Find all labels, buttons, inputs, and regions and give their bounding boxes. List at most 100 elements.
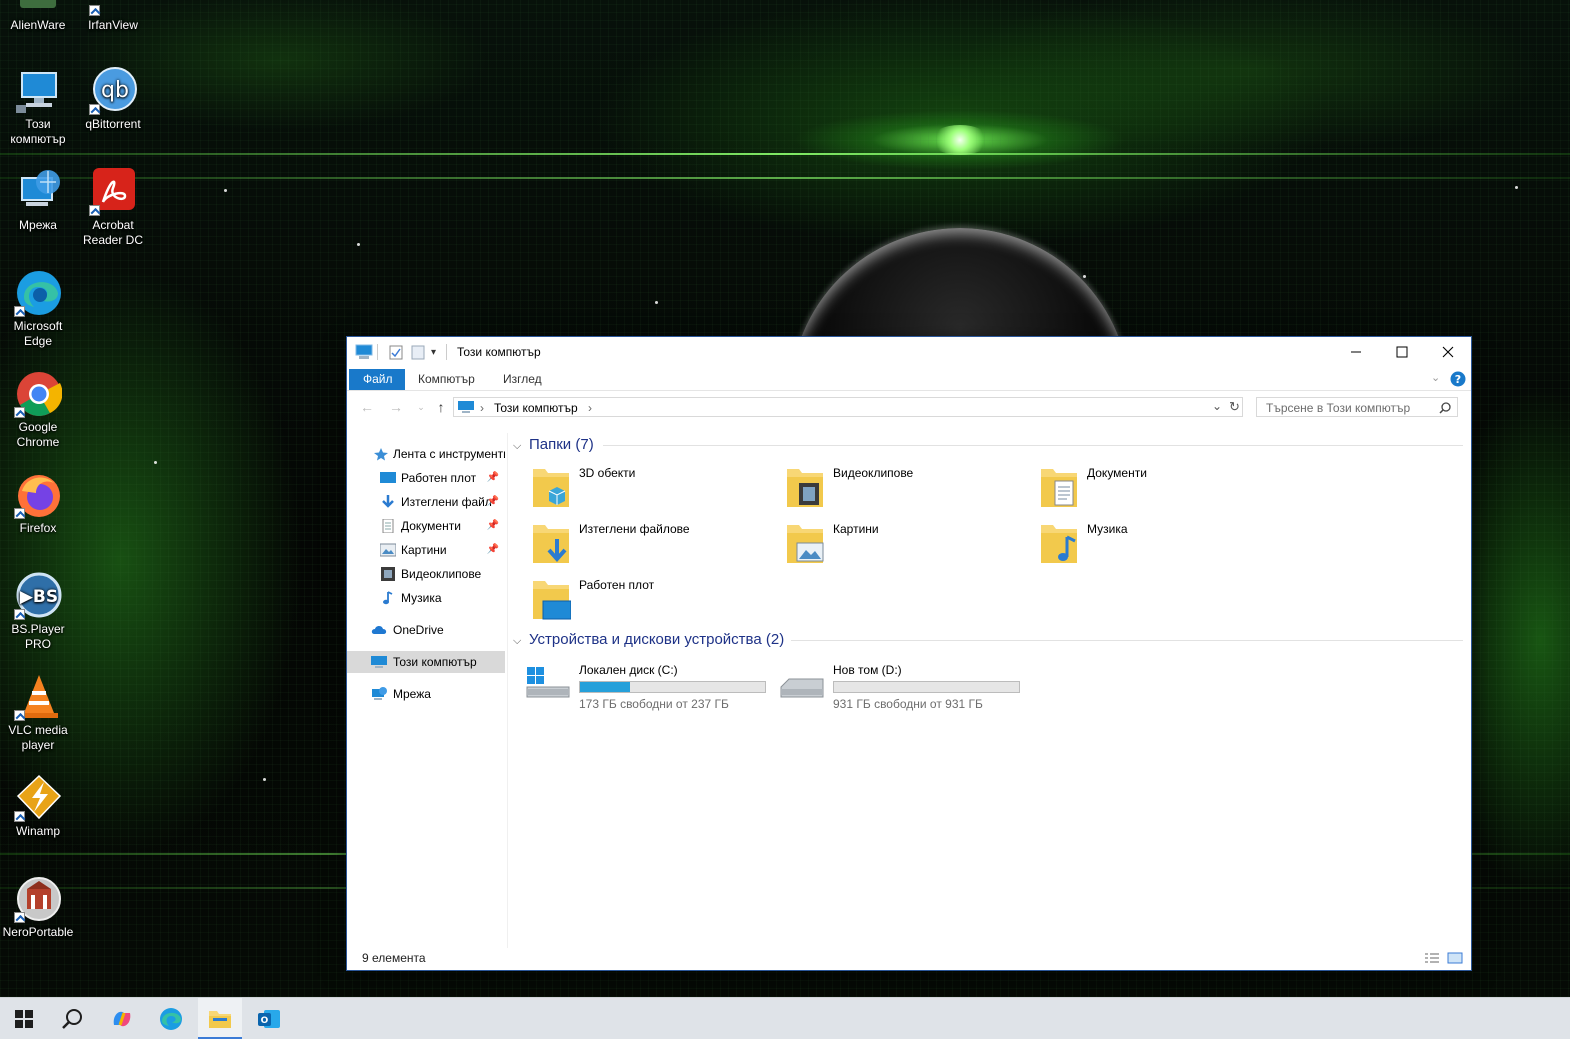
desktop-icon-this-pc[interactable]: Този компютър — [0, 67, 76, 147]
item-count: 9 елемента — [362, 951, 426, 965]
window-title: Този компютър — [457, 345, 541, 359]
nav-item-quick-access[interactable]: Лента с инструменти — [347, 443, 505, 465]
star-icon — [374, 448, 388, 461]
folder-videos[interactable]: Видеоклипове — [763, 461, 1013, 513]
chevron-down-icon: ⌵ — [513, 635, 522, 647]
desktop-icon-nero[interactable]: NeroPortable — [0, 875, 76, 940]
title-bar[interactable]: ▾ Този компютър — [347, 337, 1471, 367]
pin-icon[interactable]: 📌 — [487, 539, 499, 561]
up-arrow-icon: ↑ — [437, 399, 445, 415]
properties-icon[interactable] — [389, 344, 403, 360]
expand-ribbon-icon[interactable]: ⌄ — [1431, 371, 1440, 384]
address-input[interactable]: › Този компютър › ⌄ ↻ — [453, 397, 1243, 417]
computer-icon — [14, 67, 62, 115]
pin-icon[interactable]: 📌 — [487, 515, 499, 537]
folder-3d-objects[interactable]: 3D обекти — [509, 461, 759, 513]
desktop-icon — [380, 472, 396, 483]
tab-view[interactable]: Изглед — [489, 369, 556, 390]
desktop-icon-network[interactable]: Мрежа — [0, 168, 76, 233]
tab-file[interactable]: Файл — [349, 369, 405, 390]
taskbar-outlook[interactable]: O — [247, 998, 291, 1039]
recent-locations-button[interactable]: ⌄ — [411, 402, 431, 420]
nav-item-documents[interactable]: Документи 📌 — [347, 515, 505, 537]
tab-computer[interactable]: Компютър — [404, 369, 489, 390]
document-icon — [382, 519, 394, 533]
svg-text:O: O — [261, 1016, 269, 1026]
folder-music[interactable]: Музика — [1017, 517, 1267, 569]
file-explorer-window: ▾ Този компютър Файл Компютър Изглед ⌄ ?… — [347, 337, 1471, 970]
back-button[interactable]: ← — [357, 399, 377, 417]
up-button[interactable]: ↑ — [431, 399, 451, 417]
breadcrumb[interactable]: Този компютър — [494, 401, 578, 415]
desktop-icon-winamp[interactable]: Winamp — [0, 774, 76, 839]
music-folder-icon — [1041, 525, 1077, 563]
close-button[interactable] — [1425, 337, 1471, 367]
folder-documents[interactable]: Документи — [1017, 461, 1267, 513]
maximize-button[interactable] — [1379, 337, 1425, 367]
desktop-icon-label: Този компютър — [10, 117, 66, 146]
quick-access-dropdown-icon[interactable]: ▾ — [431, 344, 436, 360]
details-view-icon[interactable] — [1424, 952, 1440, 964]
svg-text:qb: qb — [101, 78, 129, 103]
large-icons-view-icon[interactable] — [1447, 952, 1463, 964]
taskbar-search-button[interactable] — [50, 998, 94, 1039]
nav-item-videos[interactable]: Видеоклипове — [347, 563, 505, 585]
group-header-folders[interactable]: ⌵ Папки (7) — [513, 436, 594, 453]
nav-item-onedrive[interactable]: OneDrive — [347, 619, 505, 641]
help-icon[interactable]: ? — [1450, 371, 1466, 390]
music-note-icon — [383, 591, 393, 605]
bsplayer-icon: ▶BS — [14, 572, 62, 620]
irfanview-icon — [89, 0, 137, 16]
desktop-icon-label: NeroPortable — [2, 925, 74, 939]
folder-pictures[interactable]: Картини — [763, 517, 1013, 569]
minimize-button[interactable] — [1333, 337, 1379, 367]
drive-usage-bar — [833, 681, 1020, 693]
search-input[interactable]: Търсене в Този компютър — [1256, 397, 1458, 417]
drive-c[interactable]: Локален диск (C:) 173 ГБ свободни от 237… — [509, 661, 766, 713]
desktop-icon-acrobat[interactable]: Acrobat Reader DC — [75, 168, 151, 248]
cloud-icon — [371, 626, 387, 634]
desktop-icon-firefox[interactable]: Firefox — [0, 471, 76, 536]
navigation-pane: Лента с инструменти Работен плот 📌 Изтег… — [347, 433, 508, 948]
folder-downloads[interactable]: Изтеглени файлове — [509, 517, 759, 569]
qbittorrent-icon: qb — [89, 67, 137, 115]
group-header-drives[interactable]: ⌵ Устройства и дискови устройства (2) — [513, 631, 784, 648]
pin-icon[interactable]: 📌 — [487, 491, 499, 513]
desktop-icon-vlc[interactable]: VLC media player — [0, 673, 76, 753]
desktop-icon-bsplayer[interactable]: ▶BS BS.Player PRO — [0, 572, 76, 652]
nav-item-pictures[interactable]: Картини 📌 — [347, 539, 505, 561]
nero-icon — [14, 875, 62, 923]
desktop-icon-irfanview[interactable]: IrfanView — [75, 0, 151, 33]
desktop-icon-qbittorrent[interactable]: qb qBittorrent — [75, 67, 151, 132]
nav-item-network[interactable]: Мрежа — [347, 683, 505, 705]
refresh-icon[interactable]: ↻ — [1229, 399, 1240, 415]
taskbar-file-explorer[interactable] — [198, 998, 242, 1039]
forward-button[interactable]: → — [386, 399, 406, 417]
forward-arrow-icon: → — [389, 399, 403, 415]
minimize-icon — [1351, 351, 1361, 353]
nav-item-this-pc[interactable]: Този компютър — [347, 651, 505, 673]
drive-d[interactable]: Нов том (D:) 931 ГБ свободни от 931 ГБ — [763, 661, 1020, 713]
desktop-icon-chrome[interactable]: Google Chrome — [0, 370, 76, 450]
new-folder-icon[interactable] — [411, 344, 425, 360]
address-dropdown-icon[interactable]: ⌄ — [1212, 399, 1222, 413]
taskbar-edge[interactable] — [149, 998, 193, 1039]
nav-item-desktop[interactable]: Работен плот 📌 — [347, 467, 505, 489]
taskbar-copilot[interactable] — [100, 998, 144, 1039]
alienware-icon — [14, 0, 62, 16]
breadcrumb-separator-icon: › — [480, 401, 484, 415]
desktop-icon-label: VLC media player — [8, 723, 68, 752]
search-placeholder: Търсене в Този компютър — [1266, 401, 1411, 415]
desktop-icon-edge[interactable]: Microsoft Edge — [0, 269, 76, 349]
pin-icon[interactable]: 📌 — [487, 467, 499, 489]
folder-desktop[interactable]: Работен плот — [509, 573, 759, 625]
nav-item-downloads[interactable]: Изтеглени файл 📌 — [347, 491, 505, 513]
ribbon: Файл Компютър Изглед ⌄ ? — [347, 367, 1471, 391]
desktop-icon-label: Acrobat Reader DC — [82, 218, 144, 247]
drive-icon — [780, 678, 824, 698]
back-arrow-icon: ← — [360, 399, 374, 415]
start-button[interactable] — [2, 998, 46, 1039]
desktop-icon-alienware[interactable]: AlienWare — [0, 0, 76, 33]
nav-item-music[interactable]: Музика — [347, 587, 505, 609]
desktop-icon-label: qBittorrent — [85, 117, 141, 131]
